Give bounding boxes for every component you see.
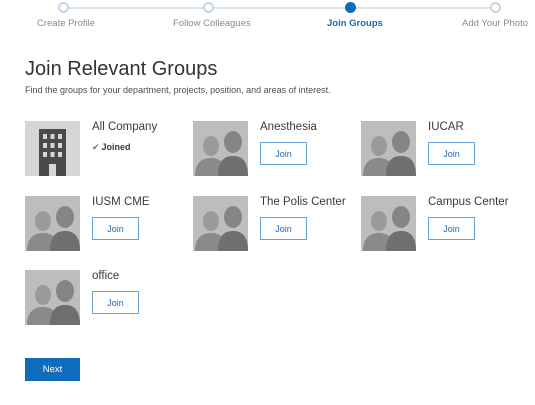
group-name: office — [92, 270, 120, 282]
stepper-track-remaining — [351, 7, 496, 9]
joined-label: Joined — [101, 142, 131, 152]
people-icon — [193, 121, 248, 176]
people-icon — [361, 121, 416, 176]
group-card-the-polis-center: The Polis Center Join — [193, 196, 353, 252]
group-card-iucar: IUCAR Join — [361, 121, 521, 177]
join-button[interactable]: Join — [92, 291, 139, 314]
step-dot-join-groups — [345, 2, 356, 13]
step-dot-follow-colleagues — [203, 2, 214, 13]
group-name: IUCAR — [428, 121, 464, 133]
group-name: IUSM CME — [92, 196, 150, 208]
step-dot-add-photo — [490, 2, 501, 13]
group-card-anesthesia: Anesthesia Join — [193, 121, 353, 177]
step-label-follow-colleagues: Follow Colleagues — [173, 18, 251, 29]
group-card-campus-center: Campus Center Join — [361, 196, 521, 252]
group-name: Anesthesia — [260, 121, 317, 133]
join-button[interactable]: Join — [428, 217, 475, 240]
step-label-create-profile: Create Profile — [37, 18, 96, 29]
checkmark-icon: ✔ — [92, 142, 100, 152]
step-label-join-groups: Join Groups — [327, 18, 383, 29]
joined-status: ✔ Joined — [92, 142, 131, 153]
join-button[interactable]: Join — [92, 217, 139, 240]
people-icon — [361, 196, 416, 251]
people-icon — [193, 196, 248, 251]
progress-stepper: Create Profile Follow Colleagues Join Gr… — [0, 0, 535, 40]
people-icon — [25, 270, 80, 325]
join-button[interactable]: Join — [428, 142, 475, 165]
next-button[interactable]: Next — [25, 358, 80, 381]
join-button[interactable]: Join — [260, 217, 307, 240]
step-dot-create-profile — [58, 2, 69, 13]
group-card-iusm-cme: IUSM CME Join — [25, 196, 185, 252]
step-label-add-photo: Add Your Photo — [462, 18, 529, 29]
group-card-office: office Join — [25, 270, 185, 326]
people-icon — [25, 196, 80, 251]
building-icon — [25, 121, 80, 176]
group-name: Campus Center — [428, 196, 509, 208]
page-title: Join Relevant Groups — [25, 58, 218, 80]
group-name: The Polis Center — [260, 196, 346, 208]
join-button[interactable]: Join — [260, 142, 307, 165]
group-name: All Company — [92, 121, 158, 133]
page-subtitle: Find the groups for your department, pro… — [25, 85, 331, 95]
group-card-all-company: All Company ✔ Joined — [25, 121, 185, 177]
